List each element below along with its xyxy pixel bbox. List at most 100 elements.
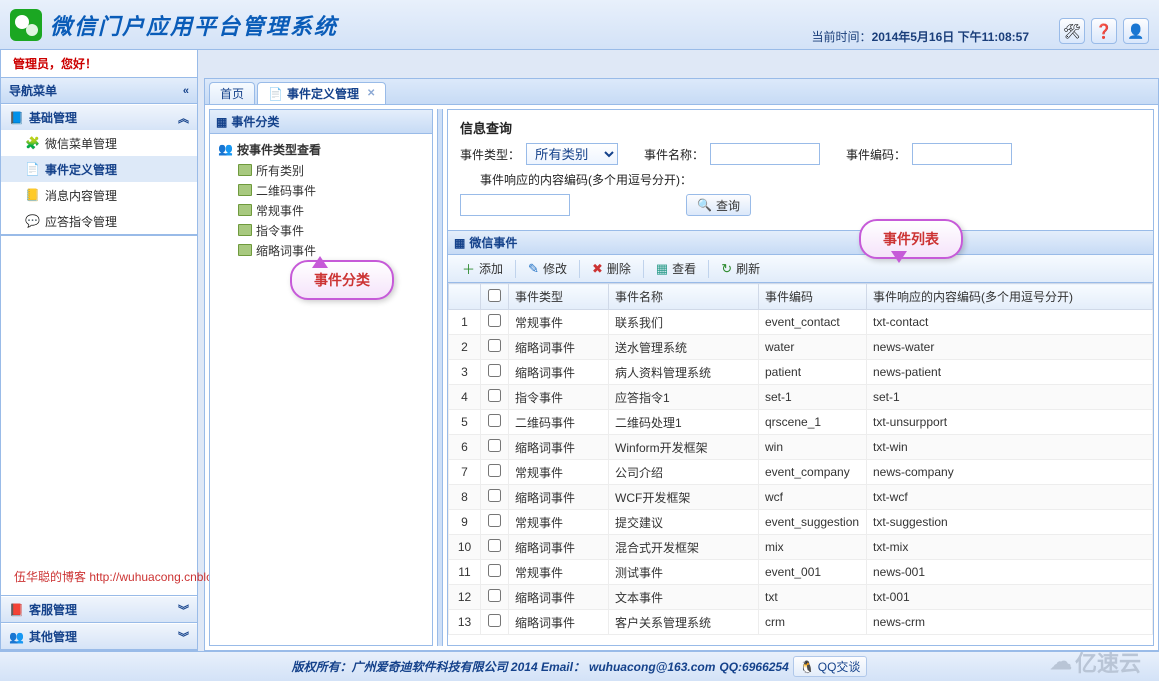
toolbar-label: 修改 [543,260,567,277]
table-row[interactable]: 5 二维码事件 二维码处理1 qrscene_1 txt-unsurpport [449,410,1153,435]
table-row[interactable]: 1 常规事件 联系我们 event_contact txt-contact [449,310,1153,335]
table-row[interactable]: 4 指令事件 应答指令1 set-1 set-1 [449,385,1153,410]
toolbar-修改[interactable]: ✎修改 [520,258,575,280]
table-row[interactable]: 11 常规事件 测试事件 event_001 news-001 [449,560,1153,585]
leaf-icon [238,184,252,196]
cell-checkbox[interactable] [481,510,509,535]
tree-item-label: 常规事件 [256,202,304,219]
cell-rownum: 2 [449,335,481,360]
greeting-bar: 管理员，您好！ [0,50,198,78]
tab[interactable]: 📄事件定义管理✕ [257,82,386,104]
nav-title: 导航菜单 [9,82,57,99]
col-header[interactable]: 事件类型 [509,284,609,310]
name-input[interactable] [710,143,820,165]
cell-checkbox[interactable] [481,560,509,585]
nav-item[interactable]: 🧩微信菜单管理 [1,130,197,156]
accordion-header[interactable]: 📕客服管理︾ [1,596,197,622]
user-button[interactable]: 👤 [1123,18,1149,44]
clock-label: 当前时间： [812,30,872,44]
footer-qq: QQ:6966254 [719,660,788,674]
cell-code: event_001 [759,560,867,585]
user-icon: 👤 [1127,23,1144,40]
table-row[interactable]: 3 缩略词事件 病人资料管理系统 patient news-patient [449,360,1153,385]
toolbar-删除[interactable]: ✖删除 [584,258,639,280]
accordion-header[interactable]: 👥其他管理︾ [1,623,197,649]
search-button-label: 查询 [716,197,740,214]
cell-checkbox[interactable] [481,585,509,610]
cell-code: qrscene_1 [759,410,867,435]
toolbar-添加[interactable]: ＋添加 [454,258,511,280]
cell-resp: txt-001 [867,585,1153,610]
table-row[interactable]: 13 缩略词事件 客户关系管理系统 crm news-crm [449,610,1153,635]
help-button[interactable]: ❓ [1091,18,1117,44]
grid-panel-title: 微信事件 [469,234,517,251]
callout-tree: 事件分类 [290,260,394,300]
table-row[interactable]: 10 缩略词事件 混合式开发框架 mix txt-mix [449,535,1153,560]
cell-rownum: 5 [449,410,481,435]
cell-checkbox[interactable] [481,360,509,385]
tree-item[interactable]: 二维码事件 [214,180,428,200]
chevron-icon: ︾ [178,602,189,618]
col-checkbox[interactable] [481,284,509,310]
item-icon: 💬 [25,214,39,228]
action-icon: ✖ [592,261,603,277]
tab[interactable]: 首页 [209,82,255,104]
cell-checkbox[interactable] [481,435,509,460]
col-header[interactable]: 事件响应的内容编码(多个用逗号分开) [867,284,1153,310]
separator [643,260,644,278]
nav-item[interactable]: 💬应答指令管理 [1,208,197,234]
cell-checkbox[interactable] [481,610,509,635]
cell-checkbox[interactable] [481,335,509,360]
table-row[interactable]: 2 缩略词事件 送水管理系统 water news-water [449,335,1153,360]
tree-root[interactable]: 👥 按事件类型查看 [214,138,428,160]
cell-resp: txt-unsurpport [867,410,1153,435]
table-row[interactable]: 12 缩略词事件 文本事件 txt txt-001 [449,585,1153,610]
resp-input[interactable] [460,194,570,216]
col-header[interactable]: 事件名称 [609,284,759,310]
cell-type: 常规事件 [509,460,609,485]
toolbar-查看[interactable]: ▦查看 [648,258,704,280]
tab-icon: 📄 [268,87,283,101]
cell-checkbox[interactable] [481,310,509,335]
close-icon[interactable]: ✕ [367,88,375,99]
tree-item[interactable]: 所有类别 [214,160,428,180]
nav-item-label: 事件定义管理 [45,161,117,178]
col-header[interactable]: 事件编码 [759,284,867,310]
cell-checkbox[interactable] [481,460,509,485]
accordion-header[interactable]: 📘基础管理︽ [1,104,197,130]
action-icon: ✎ [528,261,539,277]
search-icon: 🔍 [697,198,712,212]
cell-checkbox[interactable] [481,410,509,435]
table-row[interactable]: 8 缩略词事件 WCF开发框架 wcf txt-wcf [449,485,1153,510]
separator [708,260,709,278]
splitter[interactable] [437,109,443,646]
table-row[interactable]: 7 常规事件 公司介绍 event_company news-company [449,460,1153,485]
nav-item[interactable]: 📄事件定义管理 [1,156,197,182]
tools-button[interactable]: 🛠 [1059,18,1085,44]
qq-button[interactable]: 🐧 QQ交谈 [793,656,868,677]
table-row[interactable]: 6 缩略词事件 Winform开发框架 win txt-win [449,435,1153,460]
callout-grid: 事件列表 [859,219,963,259]
cell-checkbox[interactable] [481,485,509,510]
cell-rownum: 12 [449,585,481,610]
cell-type: 缩略词事件 [509,360,609,385]
type-select[interactable]: 所有类别 [526,143,618,165]
collapse-icon[interactable]: « [183,85,189,97]
code-input[interactable] [912,143,1012,165]
help-icon: ❓ [1095,23,1112,40]
cell-rownum: 11 [449,560,481,585]
cell-checkbox[interactable] [481,385,509,410]
cell-name: 联系我们 [609,310,759,335]
tree-item[interactable]: 指令事件 [214,220,428,240]
code-label: 事件编码： [846,146,906,163]
cell-checkbox[interactable] [481,535,509,560]
accordion-label: 其他管理 [29,630,77,644]
nav-item[interactable]: 📒消息内容管理 [1,182,197,208]
table-row[interactable]: 9 常规事件 提交建议 event_suggestion txt-suggest… [449,510,1153,535]
content-panel: 首页📄事件定义管理✕ ▦ 事件分类 👥 按事件类型查看 所有类别二维码事件常规事… [204,78,1159,651]
tree-item[interactable]: 常规事件 [214,200,428,220]
search-button[interactable]: 🔍 查询 [686,194,751,216]
people-icon: 👥 [218,142,233,156]
footer-email[interactable]: wuhuacong@163.com [589,660,715,674]
toolbar-刷新[interactable]: ↻刷新 [713,258,768,280]
